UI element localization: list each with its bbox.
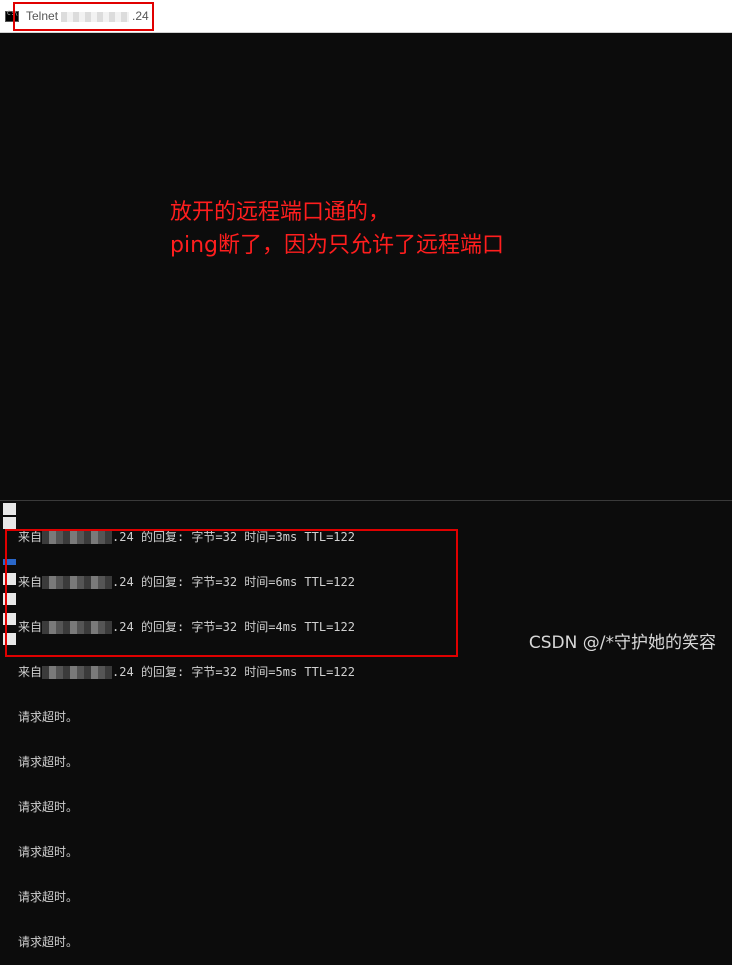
annotation-line-2: ping断了，因为只允许了远程端口: [170, 233, 504, 258]
timeout-line: 请求超时。: [18, 890, 79, 904]
reply-line: 来自 .24 的回复: 字节=32 时间=5ms TTL=122: [18, 665, 355, 679]
timeout-line: 请求超时。: [18, 935, 79, 949]
annotation-line-1: 放开的远程端口通的，: [170, 200, 391, 225]
csdn-watermark: CSDN @/*守护她的笑容: [528, 633, 716, 653]
strip-cell: [3, 503, 16, 515]
timeout-highlight-box: [5, 529, 458, 657]
timeout-line: 请求超时。: [18, 800, 79, 814]
timeout-line: 请求超时。: [18, 710, 79, 724]
title-highlight-box: [13, 2, 154, 31]
redacted-ip: [42, 666, 113, 679]
timeout-line: 请求超时。: [18, 845, 79, 859]
timeout-line: 请求超时。: [18, 755, 79, 769]
annotation-text: 放开的远程端口通的， ping断了，因为只允许了远程端口: [170, 196, 504, 262]
strip-cell: [3, 517, 16, 529]
